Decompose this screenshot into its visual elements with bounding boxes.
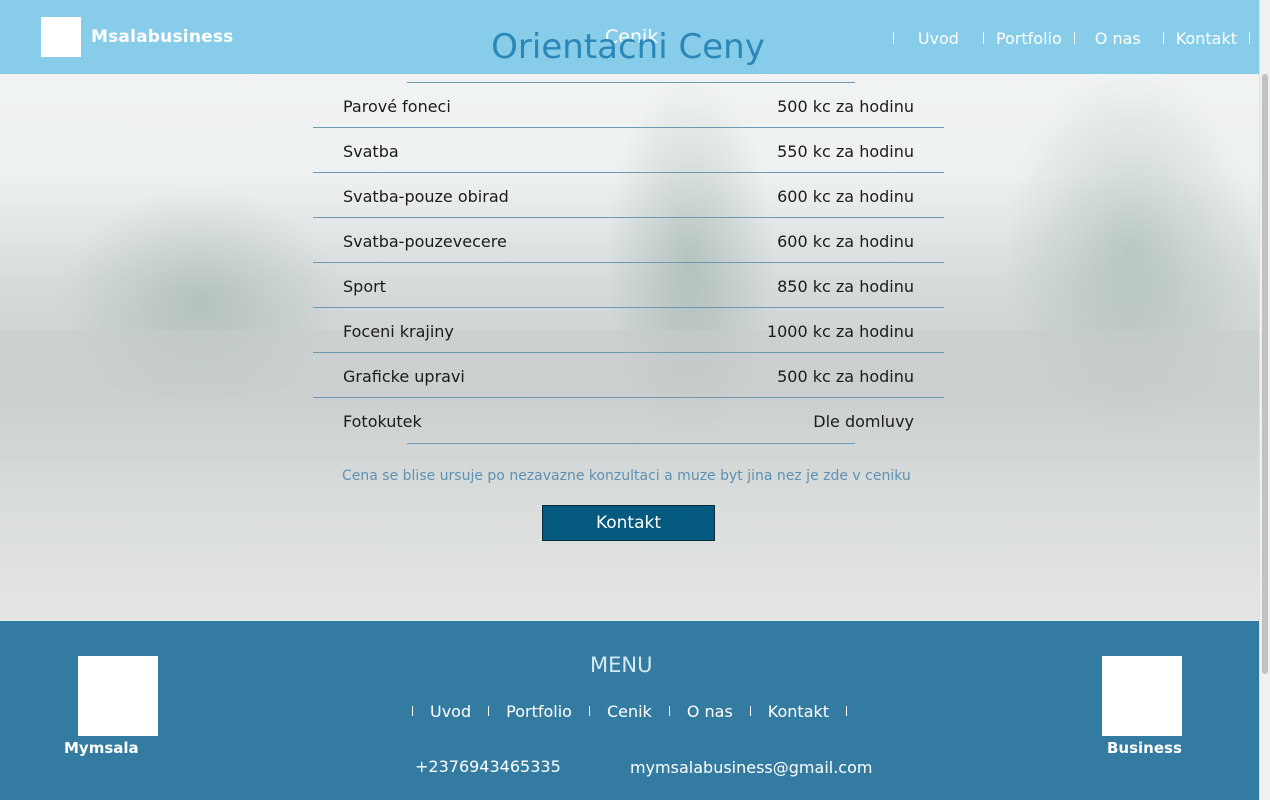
service-name: Sport [343,277,386,296]
service-price: 850 kc za hodinu [777,277,914,296]
service-name: Svatba-pouzevecere [343,232,507,251]
footer-link-kontakt[interactable]: Kontakt [751,702,846,721]
page-title: Orientacni Ceny [491,27,765,67]
price-note: Cena se blise ursuje po nezavazne konzul… [342,468,911,484]
footer-nav: Uvod Portfolio Cenik O nas Kontakt [412,701,848,721]
footer-name-right: Business [1107,739,1182,757]
service-name: Svatba-pouze obirad [343,187,509,206]
price-row: Fotokutek Dle domluvy [313,397,944,442]
service-price: 600 kc za hodinu [777,187,914,206]
footer-logo-left [78,656,158,736]
footer-link-portfolio[interactable]: Portfolio [489,702,589,721]
service-price: 600 kc za hodinu [777,232,914,251]
footer-name-left: Mymsala [64,739,139,757]
price-row: Graficke upravi 500 kc za hodinu [313,352,944,398]
service-name: Foceni krajiny [343,322,454,341]
nav-separator [846,706,848,716]
service-name: Parové foneci [343,97,451,116]
divider [407,443,855,444]
kontakt-button[interactable]: Kontakt [542,505,715,541]
price-row: Svatba 550 kc za hodinu [313,127,944,173]
service-name: Graficke upravi [343,367,465,386]
footer-menu-title: MENU [590,653,653,677]
footer-logo-right [1102,656,1182,736]
footer-email[interactable]: mymsalabusiness@gmail.com [630,758,872,777]
price-row: Foceni krajiny 1000 kc za hodinu [313,307,944,353]
scrollbar-thumb[interactable] [1262,74,1268,674]
price-row: Sport 850 kc za hodinu [313,262,944,308]
vertical-scrollbar[interactable] [1259,0,1270,800]
price-row: Parové foneci 500 kc za hodinu [313,82,944,128]
site-footer: Mymsala MENU Uvod Portfolio Cenik O nas … [0,621,1260,800]
footer-link-cenik[interactable]: Cenik [590,702,669,721]
price-row: Svatba-pouze obirad 600 kc za hodinu [313,172,944,218]
service-price: 500 kc za hodinu [777,97,914,116]
footer-link-o-nas[interactable]: O nas [670,702,750,721]
service-name: Svatba [343,142,399,161]
service-price: 500 kc za hodinu [777,367,914,386]
footer-link-uvod[interactable]: Uvod [413,702,488,721]
service-price: Dle domluvy [813,412,914,431]
service-price: 1000 kc za hodinu [766,322,914,341]
service-price: 550 kc za hodinu [777,142,914,161]
footer-phone[interactable]: +2376943465335 [415,757,561,776]
service-name: Fotokutek [343,412,422,431]
price-row: Svatba-pouzevecere 600 kc za hodinu [313,217,944,263]
